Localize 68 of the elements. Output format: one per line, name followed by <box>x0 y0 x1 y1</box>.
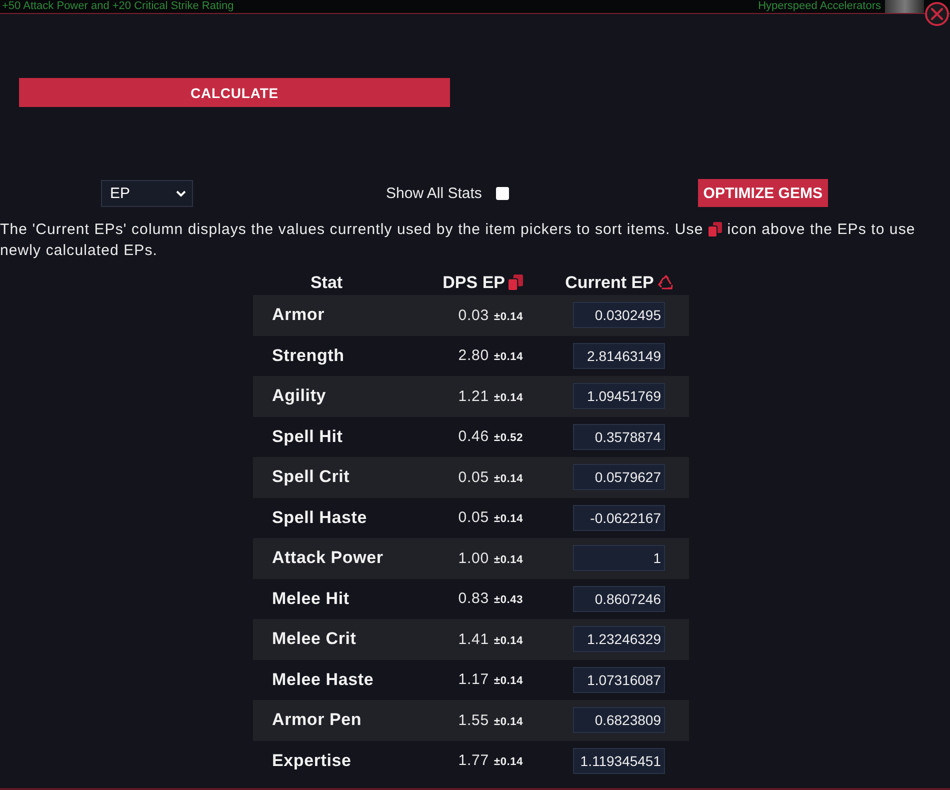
stat-name: Melee Haste <box>271 670 375 690</box>
dps-ep-value: 0.05 <box>458 509 490 526</box>
close-icon <box>931 8 943 20</box>
current-ep-input[interactable]: 1.09451769 <box>573 383 665 410</box>
current-ep-input[interactable]: 2.81463149 <box>573 342 665 369</box>
dps-ep-value: 1.00 <box>458 550 490 567</box>
copy-icon <box>708 222 722 237</box>
stat-name: Spell Crit <box>271 467 351 488</box>
dps-ep-value: 0.03 <box>458 306 490 324</box>
dps-ep-error: ±0.14 <box>494 756 523 768</box>
dps-ep-error: ±0.14 <box>494 634 523 647</box>
dps-ep-value: 1.77 <box>458 752 490 770</box>
dps-ep-error: ±0.14 <box>494 310 523 323</box>
dps-ep-value: 0.83 <box>458 590 490 608</box>
current-ep-input[interactable]: 0.3578874 <box>573 424 665 450</box>
dps-ep-error: ±0.14 <box>494 716 523 728</box>
dps-ep-value: 0.05 <box>458 468 490 486</box>
optimize-gems-button[interactable]: OPTIMIZE GEMS <box>698 179 828 207</box>
current-ep-input[interactable]: 1 <box>573 545 665 572</box>
stat-name: Spell Haste <box>271 508 368 528</box>
show-all-stats-label: Show All Stats <box>386 184 482 202</box>
dps-ep-value: 1.41 <box>458 630 490 648</box>
stat-name: Melee Crit <box>271 629 358 650</box>
dps-ep-value: 0.46 <box>458 428 490 446</box>
dps-ep-value: 2.80 <box>458 347 490 364</box>
recycle-icon[interactable] <box>658 274 674 290</box>
dps-ep-value: 1.55 <box>458 712 490 729</box>
dps-ep-value: 1.17 <box>458 671 490 688</box>
current-ep-column-header: Current EP <box>565 272 654 292</box>
current-ep-input[interactable]: 0.0302495 <box>573 302 665 328</box>
description-text: icon above the EPs to use <box>727 220 916 240</box>
current-ep-input[interactable]: 0.8607246 <box>573 586 665 612</box>
item-bonus-text: +50 Attack Power and +20 Critical Strike Rating <box>1 0 234 13</box>
current-ep-input[interactable]: 0.0579627 <box>573 464 665 490</box>
dps-ep-error: ±0.43 <box>494 594 523 606</box>
dps-ep-error: ±0.14 <box>494 351 523 364</box>
dps-ep-error: ±0.14 <box>494 554 523 566</box>
show-all-stats-checkbox[interactable] <box>496 186 509 200</box>
dps-ep-column-header: DPS EP <box>442 272 505 292</box>
stat-name: Agility <box>271 386 328 406</box>
ep-dropdown[interactable]: EP <box>101 180 193 206</box>
current-ep-input[interactable]: 1.119345451 <box>573 748 665 774</box>
stat-name: Strength <box>271 346 346 366</box>
stat-name: Armor <box>271 305 326 326</box>
item-image <box>885 0 924 13</box>
dps-ep-error: ±0.14 <box>494 675 523 688</box>
item-name: Hyperspeed Accelerators <box>758 0 882 13</box>
stat-column-header: Stat <box>310 272 343 292</box>
description-text: newly calculated EPs. <box>0 241 158 261</box>
stat-name: Attack Power <box>271 548 384 568</box>
current-ep-input[interactable]: 0.6823809 <box>573 707 665 734</box>
stat-name: Melee Hit <box>271 588 350 609</box>
current-ep-input[interactable]: 1.07316087 <box>573 666 665 693</box>
stat-name: Spell Hit <box>271 426 344 447</box>
current-ep-input[interactable]: 1.23246329 <box>573 626 665 652</box>
stat-name: Expertise <box>271 750 352 771</box>
dps-ep-error: ±0.14 <box>494 513 523 526</box>
current-ep-input[interactable]: -0.0622167 <box>573 504 665 531</box>
description-text: The 'Current EPs' column displays the values currently used by the item pickers to sort items. Use <box>0 220 704 240</box>
dps-ep-error: ±0.14 <box>494 472 523 485</box>
caret-icon <box>176 190 186 196</box>
dps-ep-value: 1.21 <box>458 388 490 405</box>
calculate-button[interactable]: CALCULATE <box>19 78 450 107</box>
dps-ep-error: ±0.14 <box>494 392 523 404</box>
stat-name: Armor Pen <box>271 710 363 730</box>
dps-ep-error: ±0.52 <box>494 432 523 444</box>
close-button[interactable] <box>925 2 949 26</box>
copy-icon[interactable] <box>508 274 523 291</box>
